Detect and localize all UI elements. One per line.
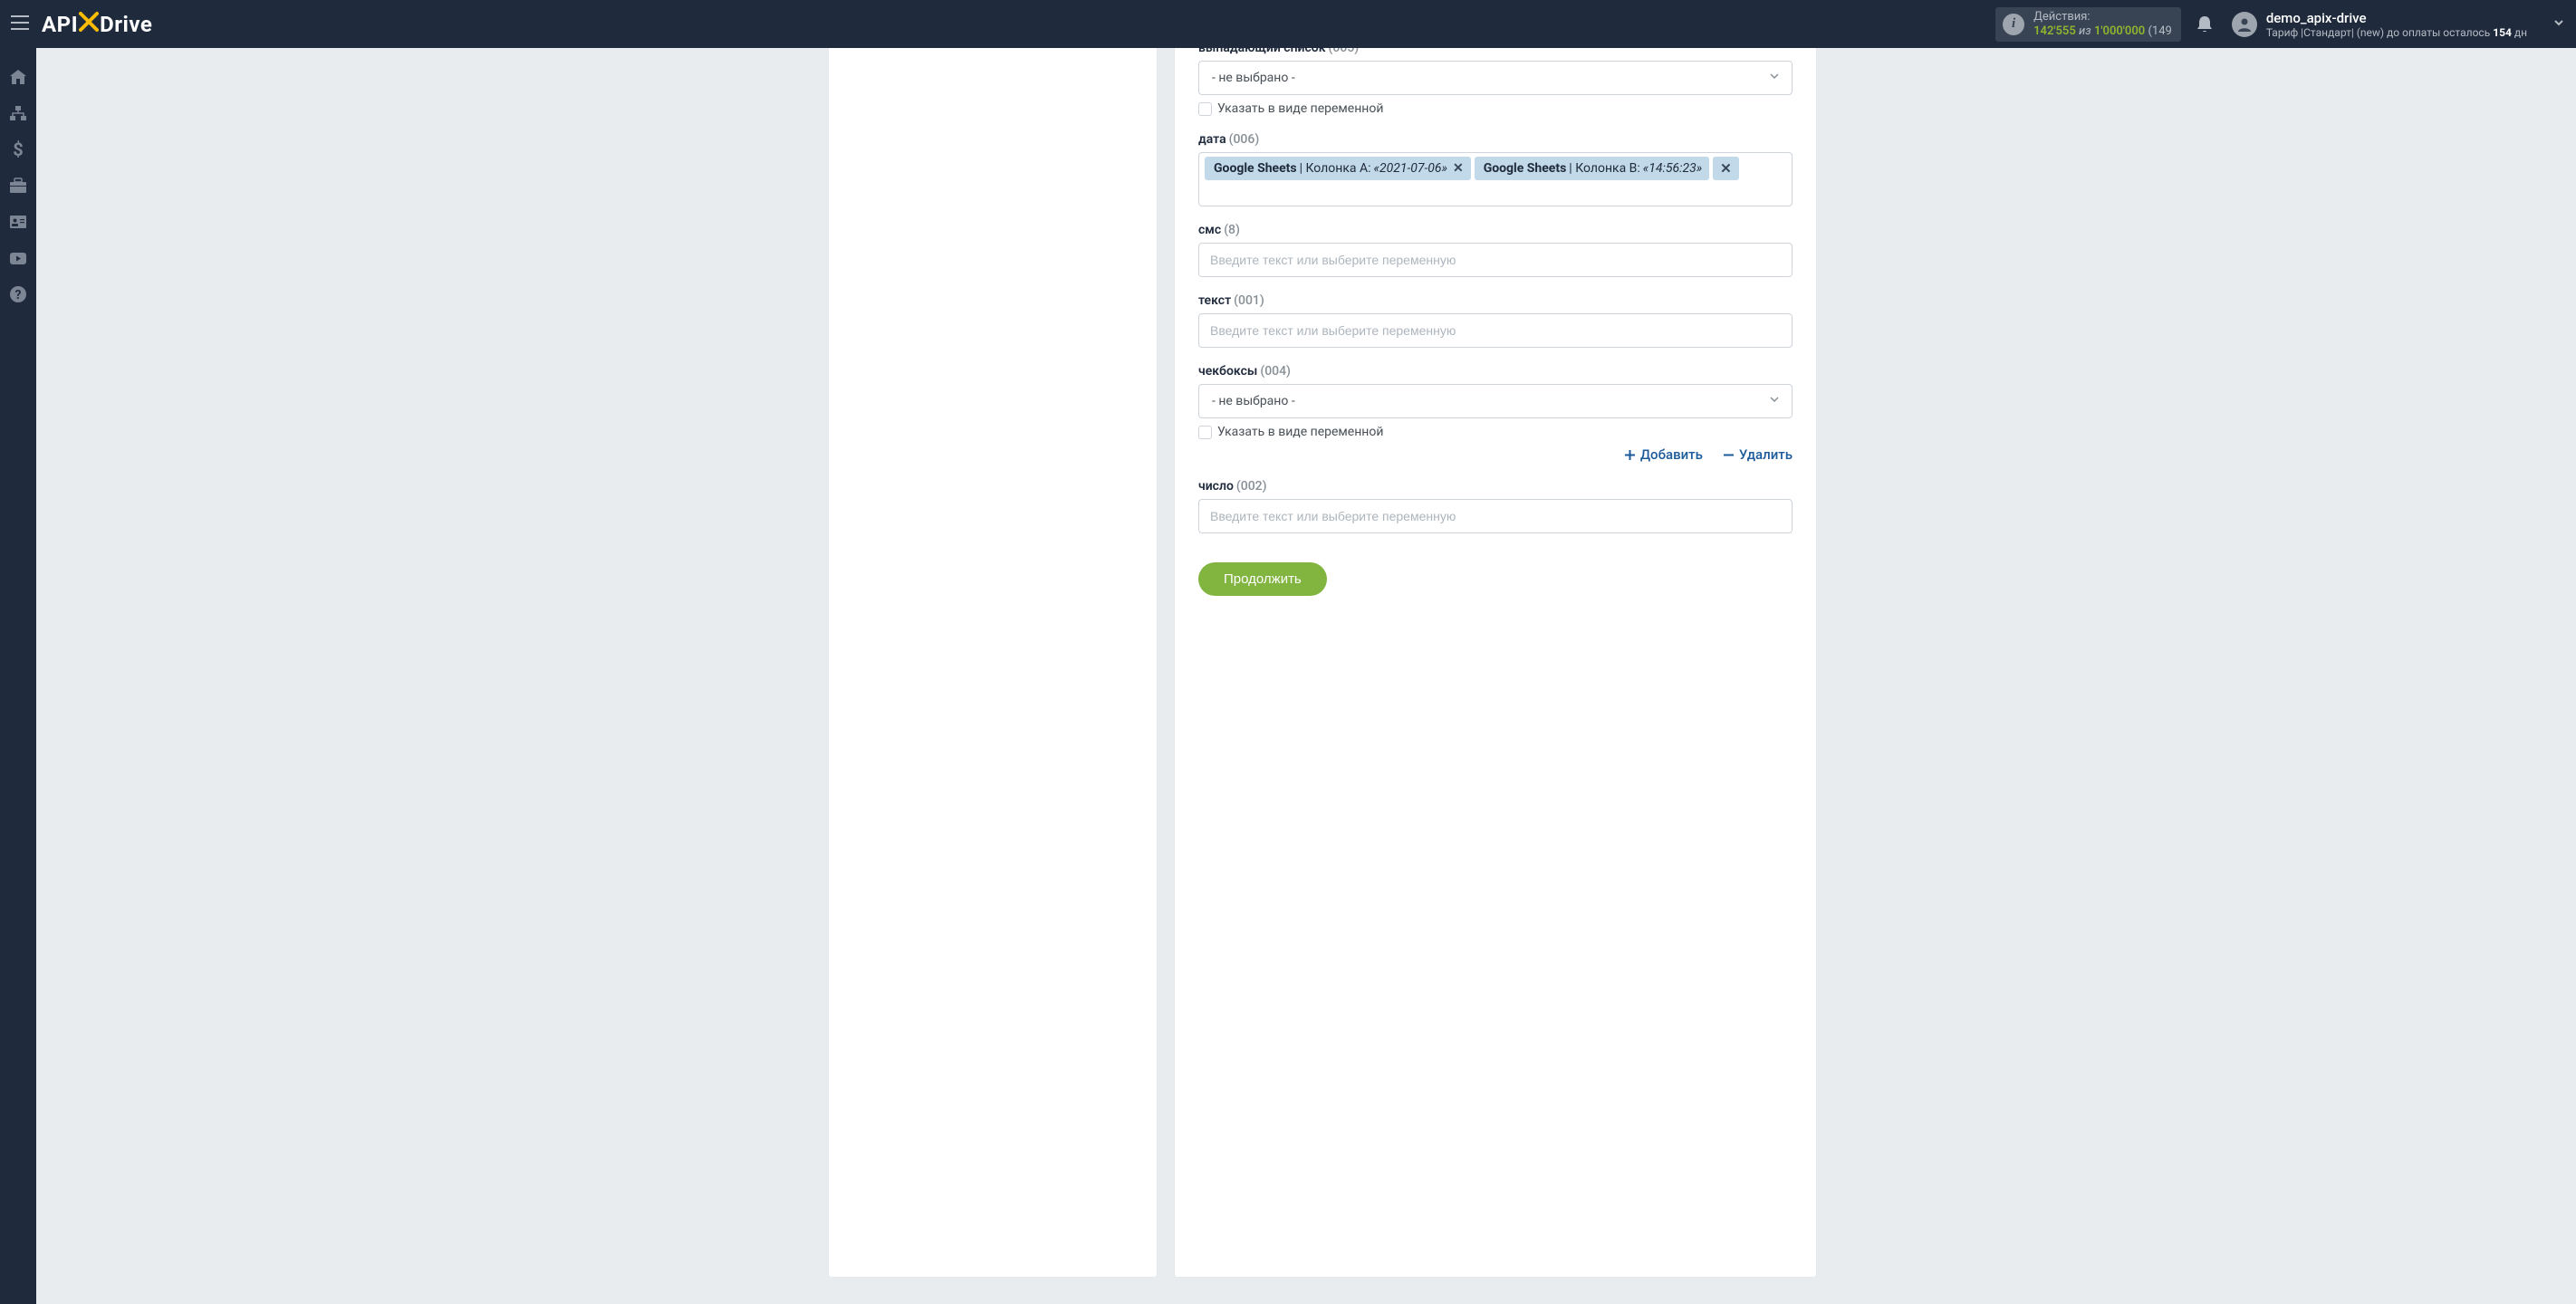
youtube-icon bbox=[9, 252, 27, 265]
form-panel: выпадающий список(005) - не выбрано - Ук… bbox=[1175, 48, 1816, 1277]
field-label-date: дата(006) bbox=[1198, 132, 1793, 147]
sidebar-connections[interactable] bbox=[0, 95, 36, 131]
token-date-col-a: Google Sheets | Колонка A: «2021-07-06» … bbox=[1205, 157, 1471, 180]
plus-icon bbox=[1624, 449, 1636, 461]
sidebar: $ ? bbox=[0, 48, 36, 1304]
chevron-down-icon bbox=[2552, 15, 2565, 33]
sidebar-videos[interactable] bbox=[0, 240, 36, 276]
brand-logo: API Drive bbox=[42, 11, 152, 38]
info-icon: i bbox=[2003, 14, 2024, 35]
sidebar-billing[interactable]: $ bbox=[0, 131, 36, 168]
notifications-button[interactable] bbox=[2196, 14, 2214, 34]
select-value: - не выбрано - bbox=[1212, 394, 1295, 408]
logo-x-icon bbox=[79, 11, 99, 38]
minus-icon bbox=[1723, 449, 1735, 461]
sidebar-help[interactable]: ? bbox=[0, 276, 36, 312]
sidebar-home[interactable] bbox=[0, 59, 36, 95]
left-panel bbox=[829, 48, 1157, 1277]
svg-text:?: ? bbox=[15, 288, 22, 302]
date-token-input[interactable]: Google Sheets | Колонка A: «2021-07-06» … bbox=[1198, 152, 1793, 206]
user-menu[interactable]: demo_apix-drive Тариф |Стандарт| (new) д… bbox=[2232, 10, 2565, 39]
select-value: - не выбрано - bbox=[1212, 71, 1295, 85]
sms-input[interactable] bbox=[1198, 243, 1793, 277]
chevron-down-icon bbox=[1768, 70, 1781, 86]
top-header: API Drive i Действия: 142'555 из 1'000'0… bbox=[0, 0, 2576, 48]
continue-button[interactable]: Продолжить bbox=[1198, 562, 1327, 596]
actions-label: Действия: bbox=[2033, 10, 2172, 24]
token-remove-standalone: ✕ bbox=[1713, 157, 1739, 180]
add-link[interactable]: Добавить bbox=[1624, 446, 1703, 463]
svg-text:$: $ bbox=[13, 139, 23, 159]
question-icon: ? bbox=[9, 285, 27, 303]
briefcase-icon bbox=[9, 177, 27, 194]
id-card-icon bbox=[9, 215, 27, 229]
field-label-sms: смс(8) bbox=[1198, 223, 1793, 237]
connections-icon bbox=[9, 105, 27, 121]
menu-toggle-button[interactable] bbox=[11, 15, 29, 34]
variable-checkbox-label: Указать в виде переменной bbox=[1217, 101, 1383, 116]
username: demo_apix-drive bbox=[2266, 10, 2527, 26]
bell-icon bbox=[2196, 14, 2214, 34]
variable-checkbox-label: Указать в виде переменной bbox=[1217, 425, 1383, 439]
field-label-checkboxes: чекбоксы(004) bbox=[1198, 364, 1793, 379]
number-input[interactable] bbox=[1198, 499, 1793, 533]
actions-counter[interactable]: i Действия: 142'555 из 1'000'000 (149 bbox=[1995, 7, 2181, 42]
field-label-number: число(002) bbox=[1198, 479, 1793, 494]
text-input[interactable] bbox=[1198, 313, 1793, 348]
home-icon bbox=[9, 69, 27, 85]
actions-value: 142'555 из 1'000'000 (149 bbox=[2033, 24, 2172, 39]
chevron-down-icon bbox=[1768, 393, 1781, 409]
dropdown-select[interactable]: - не выбрано - bbox=[1198, 61, 1793, 95]
tariff-info: Тариф |Стандарт| (new) до оплаты осталос… bbox=[2266, 26, 2527, 39]
field-label-text: текст(001) bbox=[1198, 293, 1793, 308]
checkboxes-select[interactable]: - не выбрано - bbox=[1198, 384, 1793, 418]
dollar-icon: $ bbox=[12, 139, 24, 159]
field-label-dropdown: выпадающий список(005) bbox=[1198, 48, 1793, 55]
avatar-icon bbox=[2232, 12, 2257, 37]
sidebar-contacts[interactable] bbox=[0, 204, 36, 240]
token-remove-button[interactable]: ✕ bbox=[1453, 161, 1464, 176]
remove-link[interactable]: Удалить bbox=[1723, 446, 1793, 463]
token-date-col-b: Google Sheets | Колонка B: «14:56:23» bbox=[1475, 157, 1709, 180]
sidebar-briefcase[interactable] bbox=[0, 168, 36, 204]
token-remove-button[interactable]: ✕ bbox=[1720, 160, 1732, 177]
variable-checkbox[interactable] bbox=[1198, 102, 1212, 116]
variable-checkbox[interactable] bbox=[1198, 426, 1212, 439]
